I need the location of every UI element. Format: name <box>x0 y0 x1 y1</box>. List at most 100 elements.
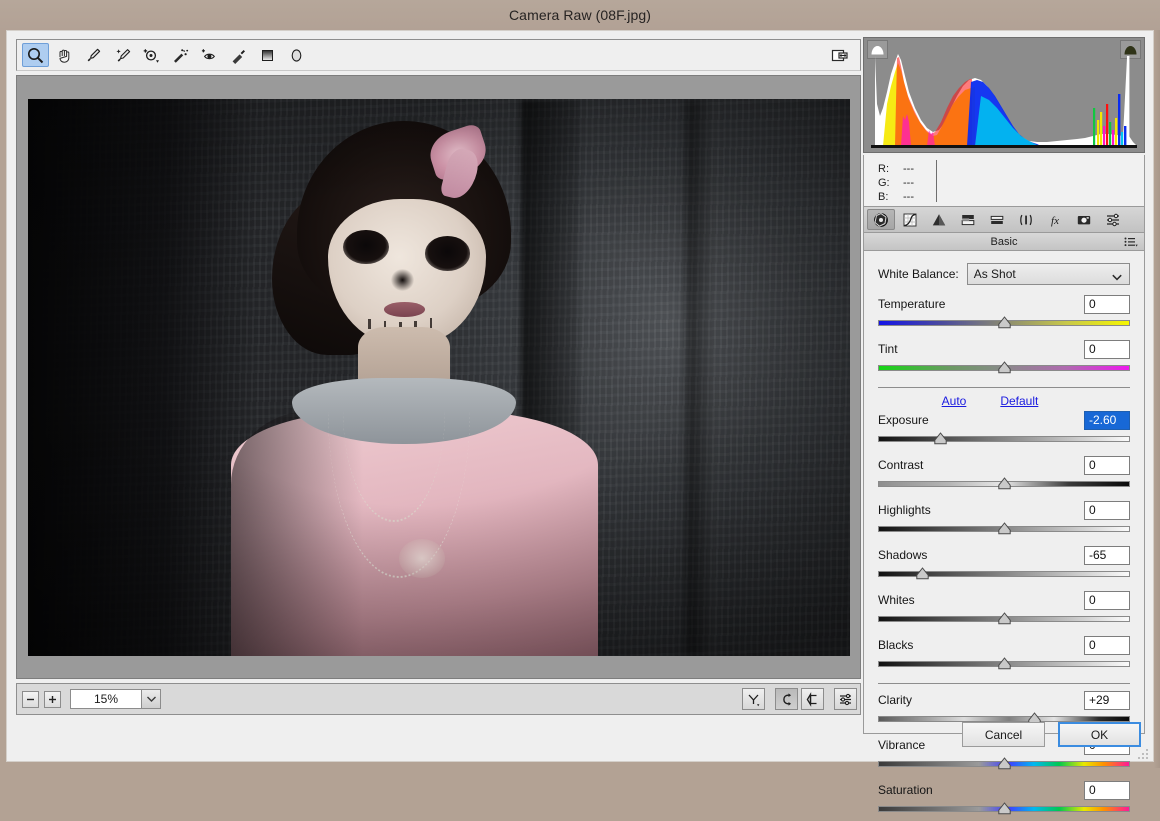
zoom-out-button[interactable] <box>22 691 39 708</box>
slider-contrast: Contrast 0 <box>878 455 1130 491</box>
panel-menu-icon[interactable] <box>1124 237 1138 250</box>
rotate-ccw-icon[interactable] <box>775 688 798 710</box>
hsl-icon <box>960 212 976 228</box>
zoom-tool[interactable] <box>22 43 49 67</box>
adjustments-pane: R: --- G: --- B: --- <box>863 37 1147 737</box>
photo-eye-right <box>425 236 471 271</box>
tab-tone-curve[interactable] <box>896 209 924 230</box>
slider-value-shadows[interactable]: -65 <box>1084 546 1130 565</box>
slider-value-exposure[interactable]: -2.60 <box>1084 411 1130 430</box>
slider-label-temperature: Temperature <box>878 297 945 311</box>
slider-track-vibrance[interactable] <box>878 757 1130 771</box>
dialog-footer: Cancel OK <box>962 722 1141 747</box>
photo-stitch <box>368 319 371 329</box>
slider-value-saturation[interactable]: 0 <box>1084 781 1130 800</box>
slider-handle-shadows[interactable] <box>915 567 930 581</box>
targeted-adjustment-tool[interactable] <box>138 43 165 67</box>
split-toning-icon <box>989 212 1005 228</box>
slider-track-tint[interactable] <box>878 361 1130 375</box>
red-eye-removal-tool[interactable] <box>196 43 223 67</box>
slider-handle-whites[interactable] <box>997 612 1012 626</box>
rgb-readout: R: --- G: --- B: --- <box>863 155 1145 207</box>
slider-track-contrast[interactable] <box>878 477 1130 491</box>
readout-row-r: R: --- <box>878 163 914 175</box>
slider-value-clarity[interactable]: +29 <box>1084 691 1130 710</box>
auto-link[interactable]: Auto <box>942 394 967 408</box>
zoom-level-value[interactable]: 15% <box>70 689 142 709</box>
slider-value-tint[interactable]: 0 <box>1084 340 1130 359</box>
aperture-icon <box>873 212 889 228</box>
slider-track-shadows[interactable] <box>878 567 1130 581</box>
auto-default-links: Auto Default <box>878 394 1130 408</box>
readout-value-r: --- <box>903 163 914 175</box>
slider-handle-contrast[interactable] <box>997 477 1012 491</box>
image-preview-frame[interactable] <box>16 75 861 679</box>
slider-handle-tint[interactable] <box>997 361 1012 375</box>
slider-handle-saturation[interactable] <box>997 802 1012 816</box>
slider-handle-exposure[interactable] <box>933 432 948 446</box>
image-pane: 15% <box>16 39 861 715</box>
hand-tool[interactable] <box>51 43 78 67</box>
adjustment-brush-tool[interactable] <box>225 43 252 67</box>
zoom-in-button[interactable] <box>44 691 61 708</box>
tab-lens-corrections[interactable] <box>1012 209 1040 230</box>
slider-track-temperature[interactable] <box>878 316 1130 330</box>
slider-label-blacks: Blacks <box>878 638 913 652</box>
white-balance-tool[interactable] <box>80 43 107 67</box>
camera-icon <box>1076 212 1092 228</box>
slider-value-contrast[interactable]: 0 <box>1084 456 1130 475</box>
readout-label-b: B: <box>878 191 889 203</box>
color-sampler-tool[interactable] <box>109 43 136 67</box>
dialog-body: 15% <box>6 30 1154 762</box>
graduated-filter-tool[interactable] <box>254 43 281 67</box>
filter-y-icon[interactable] <box>742 688 765 710</box>
white-balance-select[interactable]: As Shot <box>967 263 1130 285</box>
slider-exposure: Exposure -2.60 <box>878 410 1130 446</box>
panel-divider-1 <box>878 387 1130 388</box>
readout-divider <box>936 160 937 202</box>
toggle-fullscreen-icon[interactable] <box>824 42 854 68</box>
sliders-icon[interactable] <box>834 688 857 710</box>
slider-track-exposure[interactable] <box>878 432 1130 446</box>
readout-label-g: G: <box>878 177 889 189</box>
slider-shadows: Shadows -65 <box>878 545 1130 581</box>
tab-basic[interactable] <box>867 209 895 230</box>
tab-presets[interactable] <box>1099 209 1127 230</box>
tab-hsl-grayscale[interactable] <box>954 209 982 230</box>
tab-effects[interactable]: fx <box>1041 209 1069 230</box>
resize-grip[interactable] <box>1138 746 1150 758</box>
slider-handle-vibrance[interactable] <box>997 757 1012 771</box>
slider-label-highlights: Highlights <box>878 503 931 517</box>
readout-value-g: --- <box>903 177 914 189</box>
slider-value-whites[interactable]: 0 <box>1084 591 1130 610</box>
tab-camera-calibration[interactable] <box>1070 209 1098 230</box>
slider-track-highlights[interactable] <box>878 522 1130 536</box>
ok-button[interactable]: OK <box>1058 722 1141 747</box>
slider-track-saturation[interactable] <box>878 802 1130 816</box>
zoom-level-dropdown[interactable] <box>142 689 161 709</box>
slider-value-blacks[interactable]: 0 <box>1084 636 1130 655</box>
slider-handle-blacks[interactable] <box>997 657 1012 671</box>
slider-track-whites[interactable] <box>878 612 1130 626</box>
tab-split-toning[interactable] <box>983 209 1011 230</box>
panel-title: Basic <box>991 236 1018 248</box>
camera-raw-window: Camera Raw (08F.jpg) <box>0 0 1160 768</box>
tab-detail[interactable] <box>925 209 953 230</box>
spot-removal-tool[interactable] <box>167 43 194 67</box>
slider-handle-temperature[interactable] <box>997 316 1012 330</box>
radial-filter-tool[interactable] <box>283 43 310 67</box>
slider-whites: Whites 0 <box>878 590 1130 626</box>
image-bottom-bar: 15% <box>16 683 861 715</box>
photo-preview[interactable] <box>28 99 850 656</box>
rotate-cw-icon[interactable] <box>801 688 824 710</box>
slider-track-blacks[interactable] <box>878 657 1130 671</box>
panel-header: Basic <box>863 233 1145 251</box>
cancel-button[interactable]: Cancel <box>962 722 1045 747</box>
slider-handle-highlights[interactable] <box>997 522 1012 536</box>
slider-value-temperature[interactable]: 0 <box>1084 295 1130 314</box>
default-link[interactable]: Default <box>1000 394 1038 408</box>
slider-value-highlights[interactable]: 0 <box>1084 501 1130 520</box>
slider-label-contrast: Contrast <box>878 458 923 472</box>
slider-blacks: Blacks 0 <box>878 635 1130 671</box>
readout-row-g: G: --- <box>878 177 914 189</box>
